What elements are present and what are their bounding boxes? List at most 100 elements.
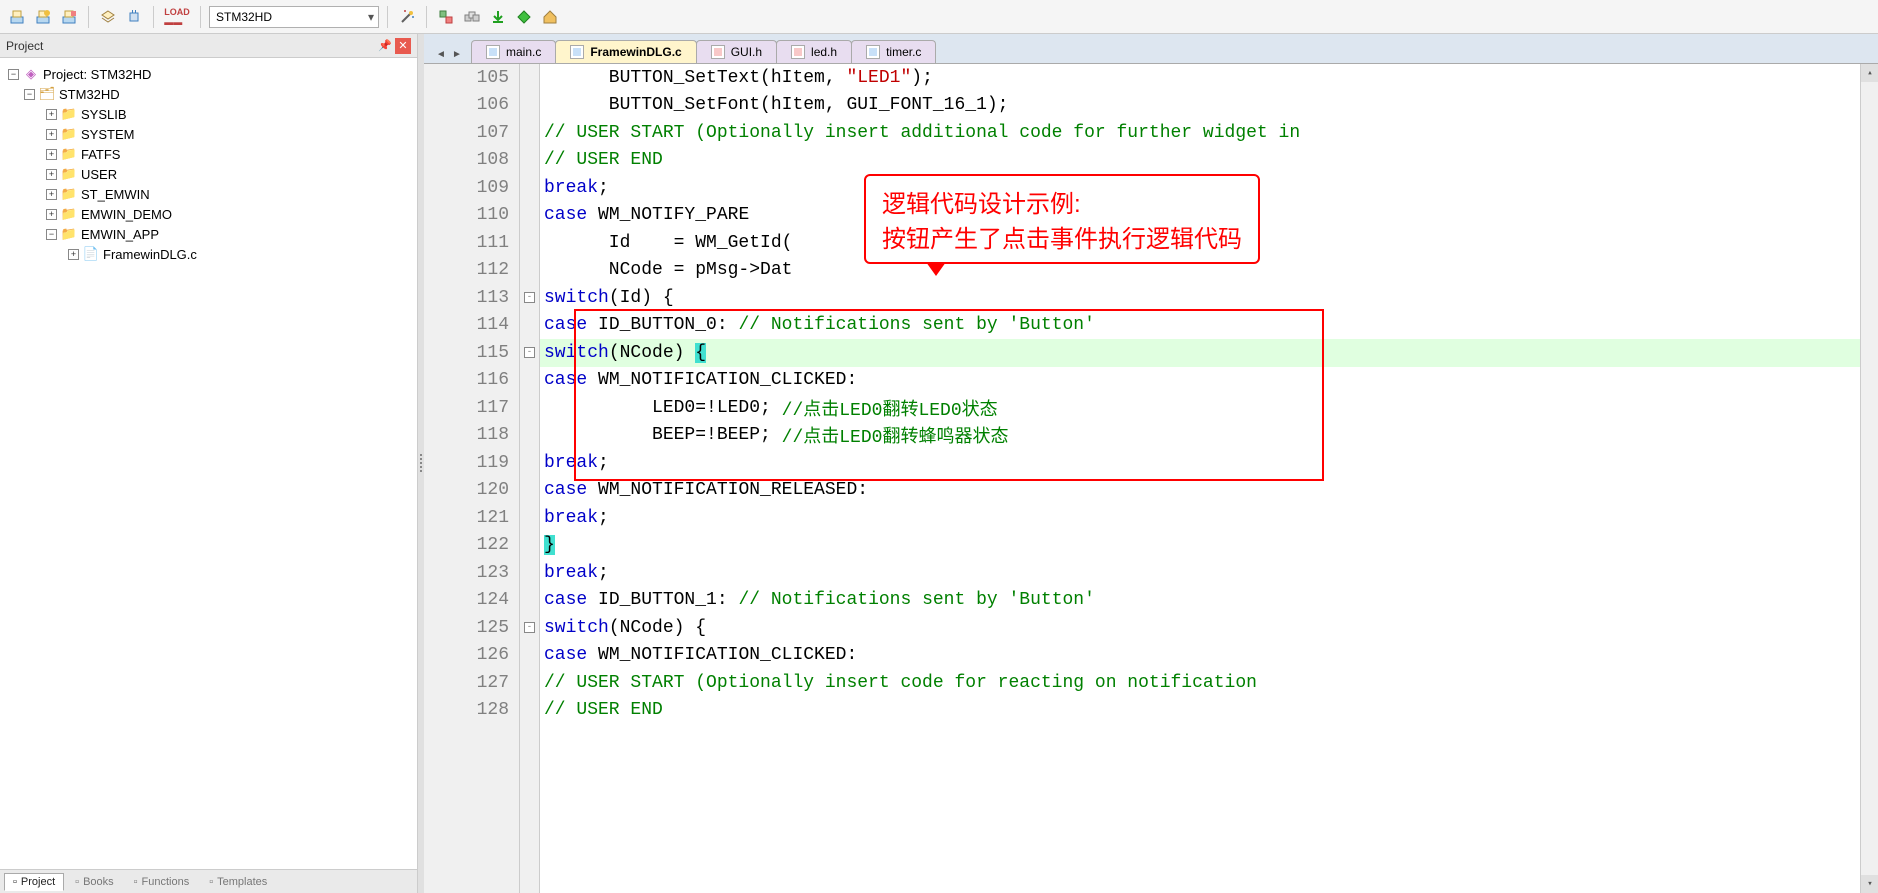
fold-marker [520, 92, 539, 120]
expand-icon[interactable]: + [46, 209, 57, 220]
icon-diamond-green[interactable] [513, 6, 535, 28]
icon-download-green[interactable] [487, 6, 509, 28]
editor-tab[interactable]: timer.c [851, 40, 936, 63]
tab-icon: ▫ [134, 876, 138, 888]
fold-marker [520, 147, 539, 175]
tree-label: FramewinDLG.c [103, 247, 197, 262]
fold-marker [520, 422, 539, 450]
file-icon: 📄 [83, 246, 99, 262]
fold-marker[interactable]: - [520, 614, 539, 642]
tree-folder[interactable]: + 📁 ST_EMWIN [4, 184, 413, 204]
toolbar-divider [153, 6, 154, 28]
code-line[interactable]: case ID_BUTTON_1: // Notifications sent … [540, 587, 1878, 615]
code-line[interactable]: case WM_NOTIFICATION_CLICKED: [540, 642, 1878, 670]
code-line[interactable]: BUTTON_SetText(hItem, "LED1"); [540, 64, 1878, 92]
code-line[interactable]: break; [540, 504, 1878, 532]
code-line[interactable]: case WM_NOTIFICATION_CLICKED: [540, 367, 1878, 395]
fold-marker [520, 119, 539, 147]
code-line[interactable]: // USER END [540, 147, 1878, 175]
code-line[interactable]: BUTTON_SetFont(hItem, GUI_FONT_16_1); [540, 92, 1878, 120]
code-line[interactable]: break; [540, 449, 1878, 477]
fold-marker[interactable]: - [520, 339, 539, 367]
scroll-down-icon[interactable]: ▾ [1861, 875, 1878, 893]
editor-tab[interactable]: led.h [776, 40, 852, 63]
project-tree[interactable]: − ◈ Project: STM32HD − 🗂 STM32HD + 📁 SYS… [0, 58, 417, 869]
expand-icon[interactable]: + [46, 109, 57, 120]
line-number: 123 [424, 559, 519, 587]
tree-root[interactable]: − ◈ Project: STM32HD [4, 64, 413, 84]
code-line[interactable]: // USER END [540, 697, 1878, 725]
tree-folder[interactable]: + 📁 SYSLIB [4, 104, 413, 124]
line-number: 107 [424, 119, 519, 147]
fold-marker [520, 669, 539, 697]
toolbar-divider [387, 6, 388, 28]
code-line[interactable]: } [540, 532, 1878, 560]
code-line[interactable]: case WM_NOTIFICATION_RELEASED: [540, 477, 1878, 505]
tree-folder[interactable]: + 📁 FATFS [4, 144, 413, 164]
expand-icon[interactable]: − [8, 69, 19, 80]
file-icon [711, 45, 725, 59]
code-line[interactable]: BEEP=!BEEP; //点击LED0翻转蜂鸣器状态 [540, 422, 1878, 450]
icon-boxes[interactable] [461, 6, 483, 28]
scrollbar[interactable]: ▴ ▾ [1860, 64, 1878, 893]
pin-icon[interactable]: 📌 [377, 38, 393, 54]
icon-manage[interactable] [435, 6, 457, 28]
tree-file[interactable]: + 📄 FramewinDLG.c [4, 244, 413, 264]
code-content[interactable]: 逻辑代码设计示例: 按钮产生了点击事件执行逻辑代码 BUTTON_SetText… [540, 64, 1878, 893]
tab-label: Project [21, 876, 55, 888]
load-button[interactable]: LOAD▬▬ [162, 6, 192, 28]
expand-icon[interactable]: + [46, 149, 57, 160]
tree-label: USER [81, 167, 117, 182]
line-number: 119 [424, 449, 519, 477]
tab-prev-icon[interactable]: ◄ [434, 45, 448, 63]
tree-folder[interactable]: + 📁 EMWIN_DEMO [4, 204, 413, 224]
expand-icon[interactable]: + [46, 169, 57, 180]
icon-toolbar-2[interactable] [32, 6, 54, 28]
code-line[interactable]: break; [540, 559, 1878, 587]
expand-icon[interactable]: − [24, 89, 35, 100]
tree-folder[interactable]: + 📁 SYSTEM [4, 124, 413, 144]
icon-chip[interactable] [123, 6, 145, 28]
code-line[interactable]: // USER START (Optionally insert additio… [540, 119, 1878, 147]
target-select[interactable]: STM32HD [209, 6, 379, 28]
code-line[interactable]: // USER START (Optionally insert code fo… [540, 669, 1878, 697]
code-editor[interactable]: 1051061071081091101111121131141151161171… [424, 64, 1878, 893]
tree-target[interactable]: − 🗂 STM32HD [4, 84, 413, 104]
editor-tab[interactable]: FramewinDLG.c [555, 40, 696, 63]
editor-tab[interactable]: main.c [471, 40, 556, 63]
file-icon [486, 45, 500, 59]
line-number: 118 [424, 422, 519, 450]
line-number: 115 [424, 339, 519, 367]
close-icon[interactable]: ✕ [395, 38, 411, 54]
tree-label: EMWIN_DEMO [81, 207, 172, 222]
expand-icon[interactable]: + [46, 189, 57, 200]
sidebar-tab[interactable]: ▫Project [4, 873, 64, 891]
fold-marker[interactable]: - [520, 284, 539, 312]
code-line[interactable]: case ID_BUTTON_0: // Notifications sent … [540, 312, 1878, 340]
code-line[interactable]: LED0=!LED0; //点击LED0翻转LED0状态 [540, 394, 1878, 422]
expand-icon[interactable]: + [46, 129, 57, 140]
code-line[interactable]: switch(Id) { [540, 284, 1878, 312]
line-number: 114 [424, 312, 519, 340]
scroll-up-icon[interactable]: ▴ [1861, 64, 1878, 82]
icon-home[interactable] [539, 6, 561, 28]
icon-layers[interactable] [97, 6, 119, 28]
sidebar-tab[interactable]: ▫Books [66, 873, 122, 891]
code-line[interactable]: switch(NCode) { [540, 339, 1878, 367]
icon-toolbar-1[interactable] [6, 6, 28, 28]
fold-marker [520, 697, 539, 725]
editor-tab[interactable]: GUI.h [696, 40, 777, 63]
tree-folder[interactable]: + 📁 USER [4, 164, 413, 184]
tab-next-icon[interactable]: ► [450, 45, 464, 63]
expand-icon[interactable]: + [68, 249, 79, 260]
sidebar-tab[interactable]: ▫ Functions [125, 873, 199, 891]
sidebar-tab[interactable]: ▫Templates [200, 873, 276, 891]
expand-icon[interactable]: − [46, 229, 57, 240]
wand-icon[interactable] [396, 6, 418, 28]
tab-label: Books [83, 876, 114, 888]
line-number: 121 [424, 504, 519, 532]
tab-label: Functions [142, 876, 190, 888]
icon-toolbar-3[interactable] [58, 6, 80, 28]
tree-folder[interactable]: − 📁 EMWIN_APP [4, 224, 413, 244]
code-line[interactable]: switch(NCode) { [540, 614, 1878, 642]
